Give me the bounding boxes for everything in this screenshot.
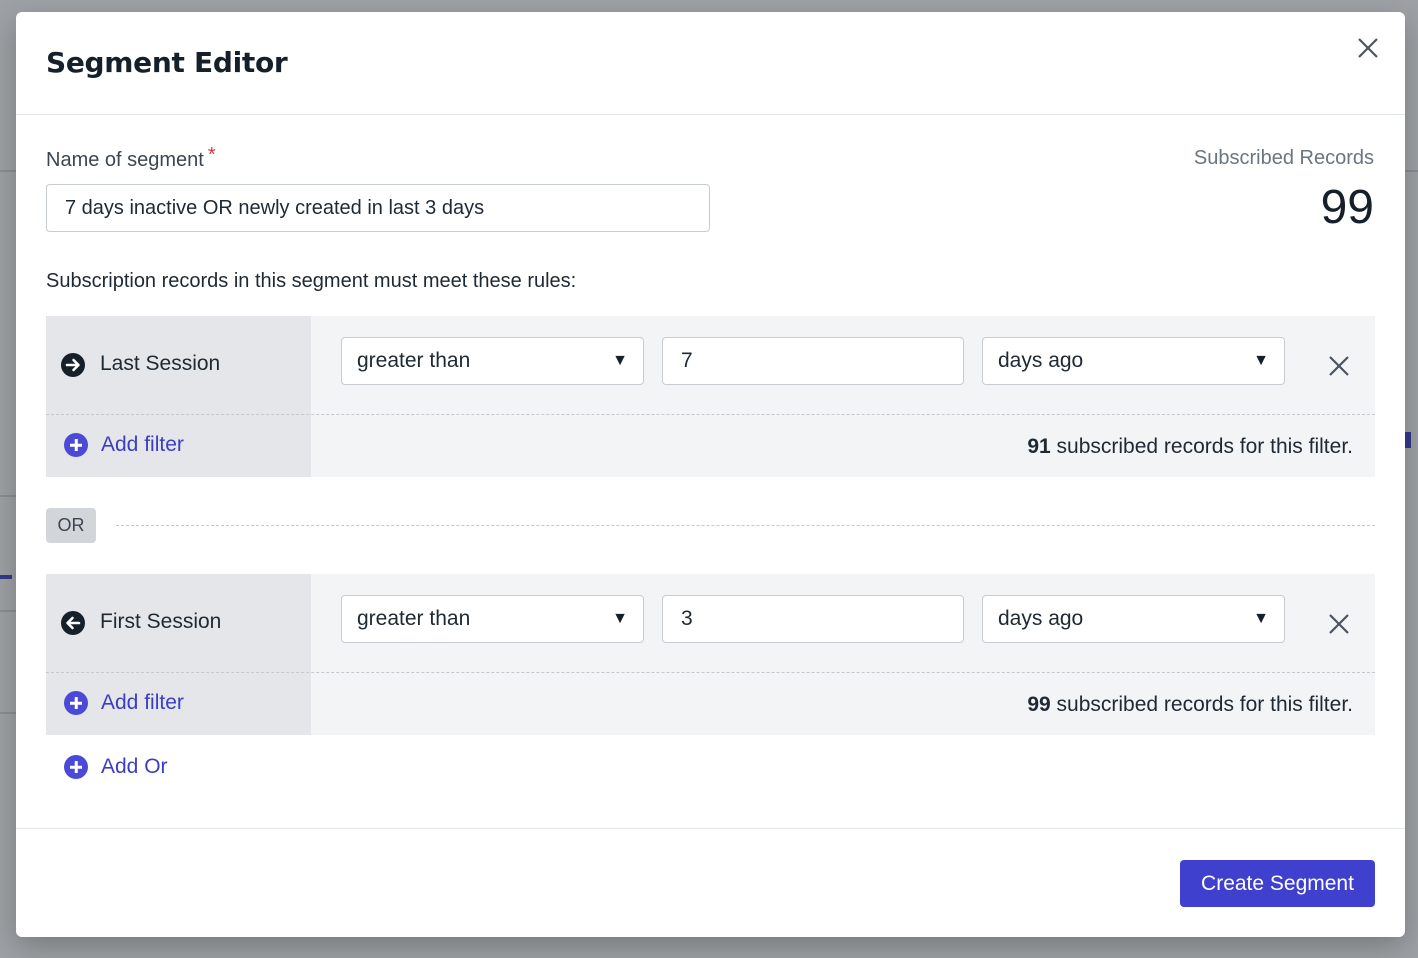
modal-title: Segment Editor bbox=[46, 46, 288, 79]
filter-count-text: 91 subscribed records for this filter. bbox=[1027, 435, 1353, 459]
rule-value-input[interactable] bbox=[662, 337, 964, 385]
operator-select-value: greater than bbox=[357, 607, 471, 630]
filter-count-suffix: subscribed records for this filter. bbox=[1050, 435, 1353, 458]
unit-select[interactable]: days ago ▼ bbox=[982, 595, 1285, 643]
plus-circle-icon bbox=[64, 691, 88, 715]
close-icon[interactable] bbox=[1356, 36, 1380, 60]
rule-name: Last Session bbox=[100, 352, 221, 375]
plus-circle-icon bbox=[64, 433, 88, 457]
add-filter-button[interactable]: Add filter bbox=[64, 433, 184, 457]
rule-row: Last Session greater than ▼ days ago ▼ bbox=[46, 316, 1375, 415]
add-or-label: Add Or bbox=[101, 755, 168, 778]
rule-group: First Session greater than ▼ days ago ▼ … bbox=[46, 574, 1375, 735]
unit-select[interactable]: days ago ▼ bbox=[982, 337, 1285, 385]
caret-down-icon: ▼ bbox=[1253, 610, 1269, 627]
caret-down-icon: ▼ bbox=[1253, 352, 1269, 369]
caret-down-icon: ▼ bbox=[612, 352, 628, 369]
rule-value-input[interactable] bbox=[662, 595, 964, 643]
subscribed-records-count: 99 bbox=[1320, 181, 1374, 234]
add-filter-button[interactable]: Add filter bbox=[64, 691, 184, 715]
remove-rule-icon[interactable] bbox=[1328, 613, 1350, 635]
operator-select[interactable]: greater than ▼ bbox=[341, 595, 644, 643]
modal-footer: Create Segment bbox=[16, 828, 1405, 937]
plus-circle-icon bbox=[64, 755, 88, 779]
operator-select[interactable]: greater than ▼ bbox=[341, 337, 644, 385]
rule-group: Last Session greater than ▼ days ago ▼ A… bbox=[46, 316, 1375, 477]
segment-name-label-text: Name of segment bbox=[46, 149, 204, 171]
create-segment-button[interactable]: Create Segment bbox=[1180, 860, 1375, 907]
filter-count-number: 99 bbox=[1027, 693, 1051, 716]
subscribed-records-label: Subscribed Records bbox=[1193, 147, 1374, 169]
arrow-right-circle-icon bbox=[61, 353, 85, 377]
filter-count-number: 91 bbox=[1027, 435, 1051, 458]
filter-count-suffix: subscribed records for this filter. bbox=[1050, 693, 1353, 716]
add-filter-label: Add filter bbox=[101, 433, 184, 456]
modal-header: Segment Editor bbox=[16, 12, 1405, 115]
segment-name-input[interactable] bbox=[46, 184, 710, 232]
segment-editor-modal: Segment Editor Name of segment* Subscrib… bbox=[16, 12, 1405, 937]
rules-description: Subscription records in this segment mus… bbox=[46, 270, 577, 292]
required-mark: * bbox=[207, 144, 216, 166]
remove-rule-icon[interactable] bbox=[1328, 355, 1350, 377]
operator-select-value: greater than bbox=[357, 349, 471, 372]
filter-count-text: 99 subscribed records for this filter. bbox=[1027, 693, 1353, 717]
rule-name: First Session bbox=[100, 610, 222, 633]
or-divider bbox=[116, 525, 1375, 526]
or-badge: OR bbox=[46, 508, 96, 543]
arrow-left-circle-icon bbox=[61, 611, 85, 635]
unit-select-value: days ago bbox=[998, 607, 1084, 630]
add-or-button[interactable]: Add Or bbox=[64, 755, 168, 779]
rule-row: First Session greater than ▼ days ago ▼ bbox=[46, 574, 1375, 673]
caret-down-icon: ▼ bbox=[612, 610, 628, 627]
unit-select-value: days ago bbox=[998, 349, 1084, 372]
segment-name-label: Name of segment * bbox=[46, 144, 216, 172]
add-filter-label: Add filter bbox=[101, 691, 184, 714]
